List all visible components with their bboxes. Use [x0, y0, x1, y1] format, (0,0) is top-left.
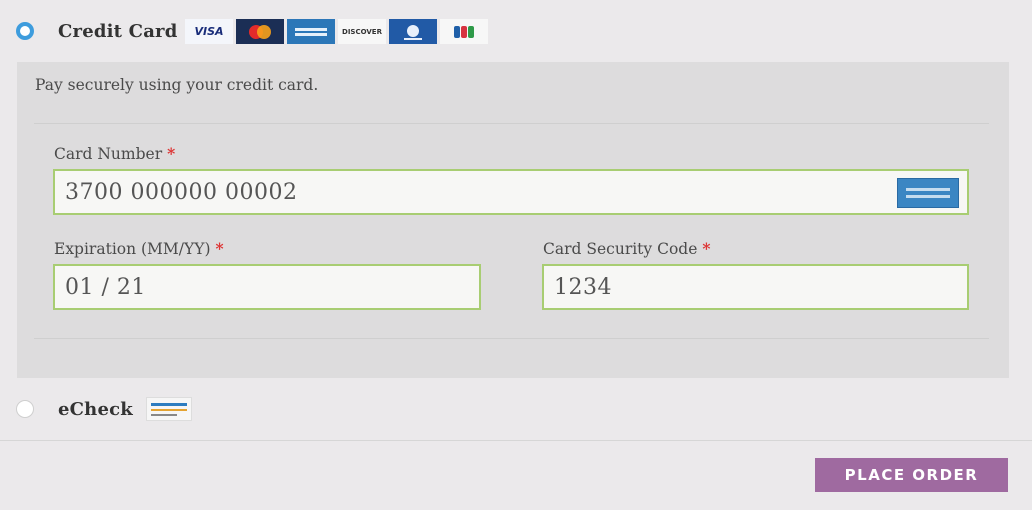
payment-description: Pay securely using your credit card. — [35, 76, 319, 94]
card-fields: Card Number * 3700 000000 00002 Expiratio… — [34, 123, 989, 339]
required-marker: * — [167, 144, 176, 163]
visa-logo: VISA — [185, 19, 233, 44]
echeck-method-row[interactable]: eCheck — [0, 389, 1032, 429]
echeck-radio[interactable] — [16, 400, 34, 418]
diners-club-logo — [389, 19, 437, 44]
card-number-label: Card Number * — [54, 144, 175, 163]
required-marker: * — [215, 239, 224, 258]
place-order-button[interactable]: PLACE ORDER — [815, 458, 1008, 492]
discover-logo: DISCOVER — [338, 19, 386, 44]
expiration-label: Expiration (MM/YY) * — [54, 239, 224, 258]
echeck-label[interactable]: eCheck — [58, 399, 133, 420]
expiration-input[interactable]: 01 / 21 — [53, 264, 481, 310]
amex-card-type-icon — [897, 178, 959, 208]
credit-card-payment-box: Pay securely using your credit card. Car… — [17, 62, 1009, 378]
security-code-value: 1234 — [554, 274, 612, 300]
security-code-label-text: Card Security Code — [543, 240, 698, 258]
card-logos: VISA DISCOVER — [185, 19, 491, 44]
section-divider — [0, 440, 1032, 441]
card-number-label-text: Card Number — [54, 145, 163, 163]
card-number-value: 3700 000000 00002 — [65, 179, 298, 205]
required-marker: * — [702, 239, 711, 258]
card-number-input[interactable]: 3700 000000 00002 — [53, 169, 969, 215]
expiration-value: 01 / 21 — [65, 274, 146, 300]
jcb-logo — [440, 19, 488, 44]
expiration-label-text: Expiration (MM/YY) — [54, 240, 211, 258]
security-code-input[interactable]: 1234 — [542, 264, 969, 310]
echeck-logo — [146, 397, 192, 421]
credit-card-label[interactable]: Credit Card — [58, 21, 178, 42]
credit-card-method-row[interactable]: Credit Card VISA DISCOVER — [0, 11, 1032, 51]
credit-card-radio[interactable] — [16, 22, 34, 40]
mastercard-logo — [236, 19, 284, 44]
security-code-label: Card Security Code * — [543, 239, 711, 258]
amex-logo — [287, 19, 335, 44]
